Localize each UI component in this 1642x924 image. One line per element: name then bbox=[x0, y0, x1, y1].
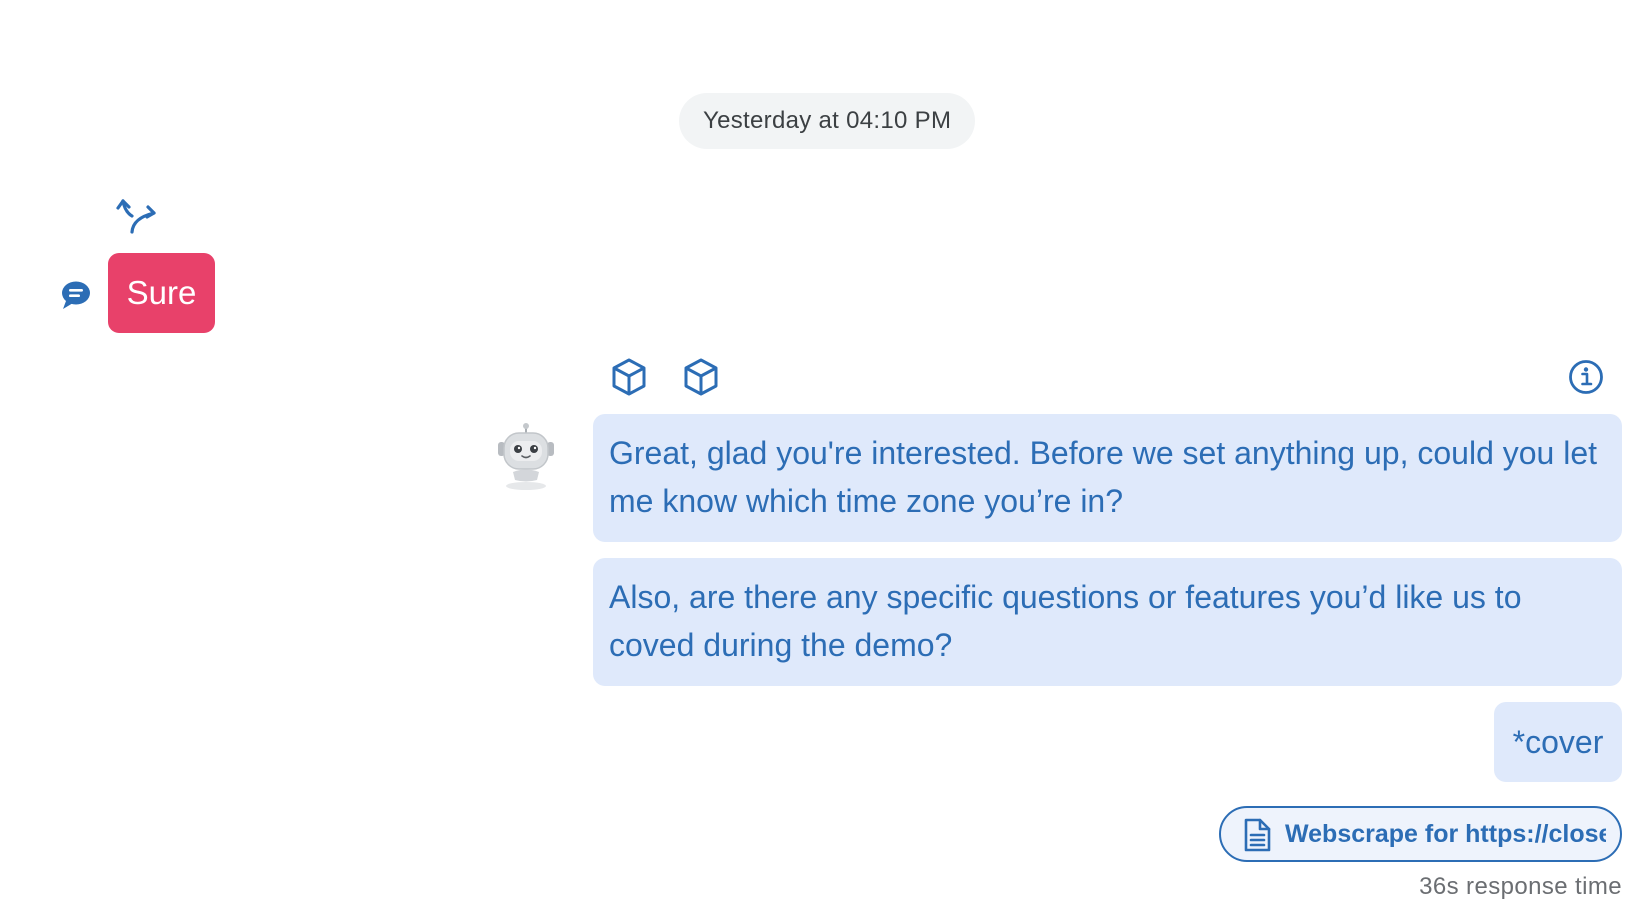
user-message-bubble: Sure bbox=[108, 253, 215, 333]
reply-arrows-icon[interactable] bbox=[116, 196, 158, 236]
cube-icon[interactable] bbox=[610, 357, 648, 397]
chat-bubble-icon bbox=[62, 281, 90, 309]
robot-avatar bbox=[498, 423, 554, 490]
webscrape-attachment-button[interactable]: Webscrape for https://close bbox=[1219, 806, 1622, 862]
chat-thread: Yesterday at 04:10 PM Sure Great, glad y… bbox=[0, 0, 1642, 924]
cube-icon[interactable] bbox=[682, 357, 720, 397]
bot-message-bubble: *cover bbox=[1494, 702, 1622, 782]
bot-message-bubble: Also, are there any specific questions o… bbox=[593, 558, 1622, 686]
bot-message-bubble: Great, glad you're interested. Before we… bbox=[593, 414, 1622, 542]
document-icon bbox=[1244, 818, 1271, 852]
timestamp-pill: Yesterday at 04:10 PM bbox=[679, 93, 976, 149]
response-time-label: 36s response time bbox=[1419, 873, 1622, 900]
webscrape-attachment-label: Webscrape for https://close bbox=[1285, 820, 1606, 848]
info-icon[interactable] bbox=[1568, 359, 1604, 395]
